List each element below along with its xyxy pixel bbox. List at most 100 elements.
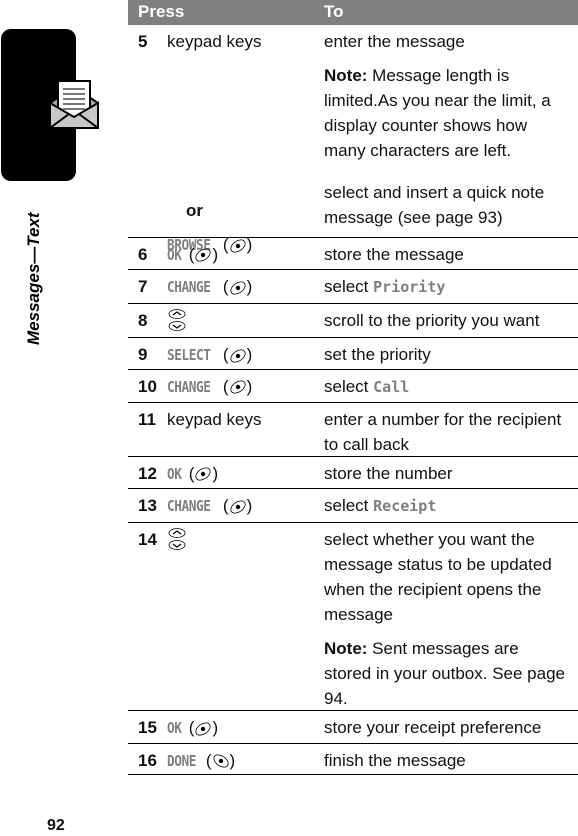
menu-term: Call: [373, 377, 410, 396]
to-text: select: [324, 277, 374, 296]
table-row: 14 select whether you want the message st…: [128, 523, 578, 711]
press-key: OK (): [167, 464, 218, 483]
table-row: 5 keypad keys or BROWSE () enter the message…: [128, 25, 578, 254]
step-number: 6: [138, 244, 148, 264]
press-cell: OK (): [167, 461, 218, 487]
menu-term: Receipt: [373, 497, 437, 515]
to-cell: store your receipt preference: [324, 711, 578, 740]
press-cell: [167, 525, 187, 553]
step-number: 7: [138, 277, 148, 296]
soft-key-label: CHANGE: [167, 377, 211, 396]
to-cell: scroll to the priority you want: [324, 304, 578, 333]
press-cell: CHANGE (): [167, 493, 252, 519]
press-cell: keypad keys: [167, 29, 262, 54]
press-cell: OK (): [167, 242, 218, 268]
step-number: 11: [138, 410, 156, 429]
press-key: CHANGE (): [167, 277, 252, 296]
to-text: scroll to the priority you want: [324, 310, 540, 330]
soft-key-label: OK: [167, 245, 182, 264]
soft-key-label: OK: [167, 719, 182, 737]
note-label: Note:: [324, 638, 368, 658]
press-cell: [167, 306, 187, 334]
table-row: 7 CHANGE () select Priority: [128, 270, 578, 304]
to-cell: select Call: [324, 370, 578, 400]
step-number: 10: [138, 376, 157, 396]
to-text: select: [324, 376, 374, 396]
soft-key-label: SELECT: [167, 346, 211, 364]
to-text: finish the message: [324, 750, 466, 770]
press-text: keypad keys: [167, 32, 262, 51]
to-text: select: [324, 496, 374, 515]
alt-to-text: select and insert a quick note message (…: [324, 183, 545, 227]
table-row: 16 DONE () finish the message: [128, 744, 578, 775]
soft-key-label: CHANGE: [167, 278, 211, 296]
press-cell: DONE (): [167, 748, 235, 774]
to-cell: select Receipt: [324, 489, 578, 519]
to-cell: select whether you want the message stat…: [324, 523, 578, 711]
to-cell: store the number: [324, 457, 578, 486]
menu-term: Priority: [373, 278, 446, 296]
to-cell: enter a number for the recipient to call…: [324, 403, 578, 457]
table-row: 9 SELECT () set the priority: [128, 338, 578, 370]
page-number: 92: [47, 817, 65, 834]
left-soft-key-icon: [195, 721, 212, 736]
press-cell: keypad keys: [167, 407, 262, 432]
press-cell: OK (): [167, 715, 218, 741]
right-soft-key-icon: [212, 754, 229, 768]
to-text: select whether you want the message stat…: [324, 529, 552, 624]
to-text: store the number: [324, 463, 453, 483]
table-row: 12 OK () store the number: [128, 457, 578, 489]
step-number: 16: [138, 750, 157, 770]
note: Note: Message length is limited.As you n…: [324, 63, 570, 163]
table-row: 10 CHANGE () select Call: [128, 370, 578, 403]
to-text: enter the message: [324, 32, 465, 51]
left-soft-key-icon: [230, 348, 246, 363]
press-key: DONE (): [167, 751, 235, 770]
table-header: Press To: [128, 0, 578, 25]
header-to: To: [324, 2, 344, 21]
or-label: or: [186, 201, 203, 220]
table-row: 6 OK () store the message: [128, 238, 578, 270]
left-soft-key-icon: [195, 248, 212, 262]
press-cell: CHANGE (): [167, 374, 252, 400]
step-number: 15: [138, 718, 157, 737]
soft-key-label: CHANGE: [167, 497, 211, 515]
to-cell: finish the message: [324, 744, 578, 773]
scroll-up-down-icon: [168, 308, 186, 331]
left-soft-key-icon: [195, 467, 212, 481]
step-number: 13: [138, 496, 157, 515]
press-cell: CHANGE (): [167, 274, 252, 300]
instruction-table: Press To 5 keypad keys or BROWSE () enter th…: [128, 0, 578, 775]
note: Note: Sent messages are stored in your o…: [324, 636, 570, 711]
to-text: set the priority: [324, 345, 431, 364]
to-cell: set the priority: [324, 338, 578, 367]
press-key: CHANGE (): [167, 377, 252, 396]
left-soft-key-icon: [230, 499, 246, 514]
to-cell: store the message: [324, 238, 578, 267]
step-number: 14: [138, 529, 157, 549]
soft-key-label: DONE: [167, 751, 197, 770]
table-row: 11 keypad keys enter a number for the reci…: [128, 403, 578, 457]
press-key: OK (): [167, 245, 218, 264]
header-press: Press: [138, 2, 185, 21]
envelope-message-icon: [49, 80, 99, 129]
to-text: store the message: [324, 244, 464, 264]
note-label: Note:: [324, 66, 368, 85]
left-soft-key-icon: [230, 280, 246, 295]
to-text: store your receipt preference: [324, 718, 542, 737]
press-text: keypad keys: [167, 410, 262, 429]
press-key: CHANGE (): [167, 496, 252, 515]
scroll-up-down-icon: [168, 527, 186, 550]
step-number: 5: [138, 32, 148, 51]
step-number: 9: [138, 345, 148, 364]
step-number: 8: [138, 310, 148, 330]
step-number: 12: [138, 463, 157, 483]
press-key: OK (): [167, 718, 218, 737]
table-row: 13 CHANGE () select Receipt: [128, 489, 578, 523]
table-row: 15 OK () store your receipt preference: [128, 711, 578, 744]
press-cell: SELECT (): [167, 342, 252, 368]
table-row: 8 scroll to the priority you want: [128, 304, 578, 338]
soft-key-label: OK: [167, 464, 182, 483]
section-label: Messages—Text: [24, 212, 43, 345]
left-soft-key-icon: [230, 380, 246, 394]
